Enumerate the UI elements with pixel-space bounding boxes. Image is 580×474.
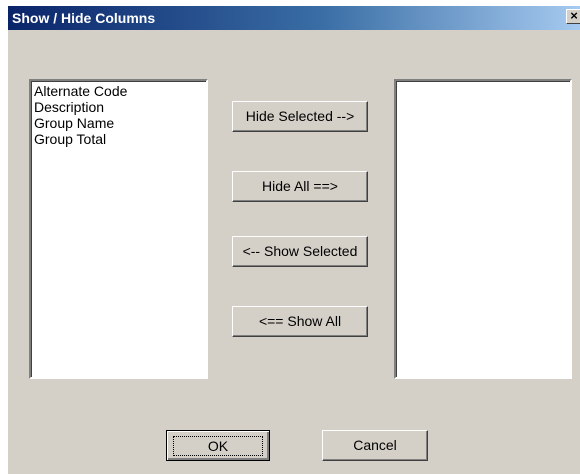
dialog-title: Show / Hide Columns bbox=[12, 10, 156, 26]
list-item[interactable]: Group Total bbox=[34, 131, 206, 147]
title-bar[interactable]: Show / Hide Columns × bbox=[8, 6, 580, 30]
list-item[interactable]: Group Name bbox=[34, 115, 206, 131]
hide-all-button[interactable]: Hide All ==> bbox=[232, 171, 368, 202]
close-button[interactable]: × bbox=[566, 9, 580, 24]
close-icon: × bbox=[570, 8, 578, 23]
ok-button-label: OK bbox=[207, 438, 229, 454]
focus-rect: OK bbox=[172, 436, 264, 456]
hidden-columns-list[interactable] bbox=[394, 79, 572, 379]
show-selected-button[interactable]: <-- Show Selected bbox=[232, 236, 368, 267]
hide-selected-button[interactable]: Hide Selected --> bbox=[232, 101, 368, 132]
visible-columns-list[interactable]: Alternate Code Description Group Name Gr… bbox=[29, 79, 208, 379]
cancel-button[interactable]: Cancel bbox=[322, 430, 428, 461]
list-item[interactable]: Description bbox=[34, 99, 206, 115]
ok-button[interactable]: OK bbox=[166, 430, 270, 461]
show-all-button[interactable]: <== Show All bbox=[232, 306, 368, 337]
show-hide-columns-dialog: Show / Hide Columns × Alternate Code Des… bbox=[8, 6, 580, 474]
list-item[interactable]: Alternate Code bbox=[34, 83, 206, 99]
